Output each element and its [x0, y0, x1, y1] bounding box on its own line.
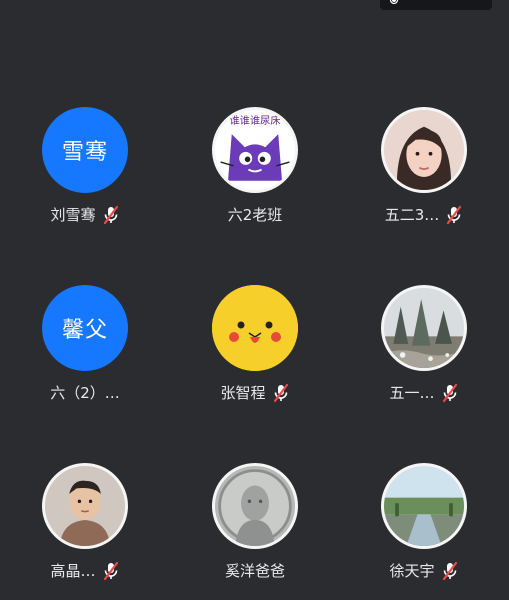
child-photo-avatar-icon — [45, 466, 125, 546]
mic-muted-svg — [273, 383, 288, 403]
purple-cat-avatar-icon: 谁谁谁尿床 — [215, 110, 295, 190]
meeting-participants-screen: 雪骞 刘雪骞 谁谁谁尿床 六2老班 五二3… 馨父 六（2）… 张智程 五一… … — [0, 0, 509, 600]
avatar — [381, 285, 467, 371]
avatar — [212, 285, 298, 371]
avatar — [381, 107, 467, 193]
avatar — [42, 463, 128, 549]
participant-name: 五一… — [389, 384, 435, 402]
avatar: 馨父 — [42, 285, 128, 371]
participant-name: 六（2）… — [50, 384, 120, 402]
snowy-forest-avatar-icon — [384, 288, 464, 368]
participant-name: 奚洋爸爸 — [224, 562, 285, 580]
avatar: 谁谁谁尿床 — [212, 107, 298, 193]
avatar — [381, 463, 467, 549]
mic-muted-icon — [102, 205, 120, 225]
mic-muted-icon — [445, 205, 463, 225]
mic-muted-icon — [272, 383, 290, 403]
mic-muted-svg — [103, 205, 118, 225]
mic-muted-svg — [447, 205, 462, 225]
mic-muted-svg — [442, 383, 457, 403]
participant-name: 刘雪骞 — [50, 206, 96, 224]
mic-muted-svg — [103, 561, 118, 581]
avatar-initials: 雪骞 — [61, 140, 108, 165]
woman-photo-avatar-icon — [384, 110, 464, 190]
avatar — [212, 463, 298, 549]
mic-muted-svg — [442, 561, 457, 581]
avatar-caption: 谁谁谁尿床 — [229, 114, 280, 127]
participant-name: 徐天宇 — [389, 562, 435, 580]
participant-grid: 雪骞 刘雪骞 谁谁谁尿床 六2老班 五二3… 馨父 六（2）… 张智程 五一… … — [0, 0, 509, 600]
mic-muted-icon — [102, 561, 120, 581]
participant-name: 高晶… — [50, 562, 96, 580]
canal-landscape-avatar-icon — [384, 466, 464, 546]
participant-name: 六2老班 — [227, 206, 283, 224]
mic-muted-icon — [441, 383, 459, 403]
participant-name: 张智程 — [220, 384, 266, 402]
mic-muted-icon — [441, 561, 459, 581]
avatar: 雪骞 — [42, 107, 128, 193]
pikachu-avatar-icon — [212, 285, 298, 371]
coin-portrait-avatar-icon — [215, 466, 295, 546]
avatar-initials: 馨父 — [61, 318, 108, 343]
participant-name: 五二3… — [384, 206, 440, 224]
